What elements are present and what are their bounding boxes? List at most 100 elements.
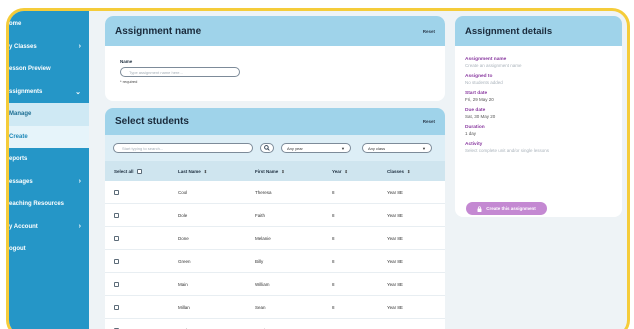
year-select-value: Any year bbox=[287, 145, 303, 151]
row-checkbox[interactable] bbox=[114, 235, 119, 241]
sidebar-item-lesson-preview[interactable]: esson Preview bbox=[9, 58, 89, 81]
first-name-column-header[interactable]: First Name ⇕ bbox=[255, 161, 285, 181]
assignment-name-panel: Assignment name Reset Name Type assignme… bbox=[105, 16, 445, 101]
row-checkbox[interactable] bbox=[114, 189, 119, 195]
sidebar-item-my-account[interactable]: y Account › bbox=[9, 216, 89, 239]
assignment-details-panel: Assignment details Assignment name Creat… bbox=[455, 16, 622, 217]
sidebar-item-label: ogout bbox=[9, 246, 26, 253]
detail-label: Start date bbox=[465, 91, 488, 96]
class-cell: Year 8E bbox=[387, 304, 403, 310]
first-name-cell: Sean bbox=[255, 304, 266, 310]
last-name-cell: Main bbox=[178, 281, 188, 287]
caret-down-icon: ▼ bbox=[422, 145, 426, 151]
row-checkbox[interactable] bbox=[114, 281, 119, 287]
last-name-cell: Dole bbox=[178, 212, 188, 218]
sidebar-item-logout[interactable]: ogout bbox=[9, 238, 89, 261]
sidebar-item-messages[interactable]: essages › bbox=[9, 171, 89, 194]
classes-column-header[interactable]: Classes ⇕ bbox=[387, 161, 410, 181]
chevron-right-icon: › bbox=[78, 223, 81, 231]
sidebar-item-reports[interactable]: eports bbox=[9, 148, 89, 171]
select-students-title: Select students bbox=[115, 116, 189, 127]
reset-students-button[interactable]: Reset bbox=[423, 119, 435, 124]
table-row[interactable]: Millan Sean 8 Year 8E bbox=[105, 296, 445, 319]
last-name-cell: Neal bbox=[178, 319, 187, 329]
assignment-details-header: Assignment details bbox=[455, 16, 622, 46]
select-all-checkbox[interactable] bbox=[136, 168, 142, 174]
first-name-cell: Melanie bbox=[255, 235, 271, 241]
select-students-header: Select students Reset bbox=[105, 108, 445, 135]
create-assignment-button[interactable]: Create this assignment bbox=[466, 202, 547, 215]
first-name-cell: Jessica bbox=[255, 319, 270, 329]
detail-activity: Activity Select complete unit and/or sin… bbox=[465, 142, 612, 153]
chevron-right-icon: › bbox=[78, 178, 81, 186]
row-checkbox[interactable] bbox=[114, 304, 119, 310]
table-row[interactable]: Main William 8 Year 8E bbox=[105, 273, 445, 296]
table-row[interactable]: Dole Faith 8 Year 8E bbox=[105, 204, 445, 227]
student-search-input[interactable]: Start typing to search... bbox=[113, 143, 253, 153]
search-button[interactable] bbox=[260, 143, 274, 153]
caret-down-icon: ▼ bbox=[341, 145, 345, 151]
year-cell: 8 bbox=[332, 304, 335, 310]
last-name-header-label: Last Name bbox=[178, 168, 201, 174]
row-checkbox[interactable] bbox=[114, 212, 119, 218]
detail-label: Activity bbox=[465, 142, 483, 147]
row-checkbox[interactable] bbox=[114, 258, 119, 264]
sidebar-subitem-create[interactable]: Create bbox=[9, 125, 89, 148]
sidebar-item-home[interactable]: ome bbox=[9, 13, 89, 36]
search-icon bbox=[264, 145, 270, 151]
sidebar-subitem-label: Manage bbox=[9, 111, 32, 118]
last-name-column-header[interactable]: Last Name ⇕ bbox=[178, 161, 207, 181]
class-cell: Year 8E bbox=[387, 319, 403, 329]
detail-value: Fri, 29 May 20 bbox=[465, 97, 494, 102]
detail-assigned-to: Assigned to No students added bbox=[465, 74, 612, 85]
sidebar-item-label: ome bbox=[9, 21, 22, 28]
year-cell: 8 bbox=[332, 189, 335, 195]
assignment-name-header: Assignment name Reset bbox=[105, 16, 445, 46]
assignment-name-title: Assignment name bbox=[115, 25, 202, 37]
table-row[interactable]: Green Billy 8 Year 8E bbox=[105, 250, 445, 273]
year-column-header[interactable]: Year ⇕ bbox=[332, 161, 348, 181]
year-select[interactable]: Any year ▼ bbox=[281, 143, 351, 153]
chevron-down-icon: ⌄ bbox=[75, 88, 81, 96]
sidebar-item-label: eports bbox=[9, 156, 28, 163]
filter-row: Start typing to search... Any year ▼ Any… bbox=[105, 135, 445, 161]
year-cell: 8 bbox=[332, 258, 335, 264]
sort-icon: ⇕ bbox=[407, 168, 411, 174]
last-name-cell: Millan bbox=[178, 304, 190, 310]
chevron-right-icon: › bbox=[78, 43, 81, 51]
reset-name-button[interactable]: Reset bbox=[423, 29, 435, 34]
first-name-header-label: First Name bbox=[255, 168, 279, 174]
sidebar-item-teaching-resources[interactable]: eaching Resources bbox=[9, 193, 89, 216]
sidebar-item-label: eaching Resources bbox=[9, 201, 65, 208]
year-cell: 8 bbox=[332, 281, 335, 287]
last-name-cell: Done bbox=[178, 235, 189, 241]
detail-assignment-name: Assignment name Create an assignment nam… bbox=[465, 57, 612, 68]
sidebar-item-label: esson Preview bbox=[9, 66, 51, 73]
class-cell: Year 8E bbox=[387, 281, 403, 287]
select-all-header[interactable]: Select all bbox=[114, 161, 142, 181]
class-cell: Year 8E bbox=[387, 189, 403, 195]
sidebar-item-assignments[interactable]: ssignments ⌄ bbox=[9, 81, 89, 104]
sidebar: ome y Classes › esson Preview ssignments… bbox=[9, 11, 89, 329]
sidebar-item-my-classes[interactable]: y Classes › bbox=[9, 36, 89, 59]
sidebar-subitem-manage[interactable]: Manage bbox=[9, 103, 89, 126]
required-note: * required bbox=[120, 79, 138, 84]
table-row[interactable]: Done Melanie 8 Year 8E bbox=[105, 227, 445, 250]
app-frame: ome y Classes › esson Preview ssignments… bbox=[6, 8, 630, 329]
first-name-cell: Billy bbox=[255, 258, 264, 264]
detail-due-date: Due date Sat, 30 May 20 bbox=[465, 108, 612, 119]
classes-header-label: Classes bbox=[387, 168, 405, 174]
table-row[interactable]: Cool Theresa 8 Year 8E bbox=[105, 181, 445, 204]
lock-icon bbox=[477, 205, 482, 212]
sidebar-subitem-label: Create bbox=[9, 133, 28, 140]
assignment-name-input[interactable]: Type assignment name here... bbox=[120, 67, 240, 77]
last-name-cell: Cool bbox=[178, 189, 188, 195]
assignment-details-title: Assignment details bbox=[465, 25, 553, 37]
sidebar-item-label: essages bbox=[9, 178, 33, 185]
select-students-panel: Select students Reset Start typing to se… bbox=[105, 108, 445, 329]
class-select[interactable]: Any class ▼ bbox=[362, 143, 432, 153]
table-row[interactable]: Neal Jessica 8 Year 8E bbox=[105, 319, 445, 329]
sort-icon: ⇕ bbox=[344, 168, 348, 174]
year-header-label: Year bbox=[332, 168, 342, 174]
detail-label: Due date bbox=[465, 108, 486, 113]
